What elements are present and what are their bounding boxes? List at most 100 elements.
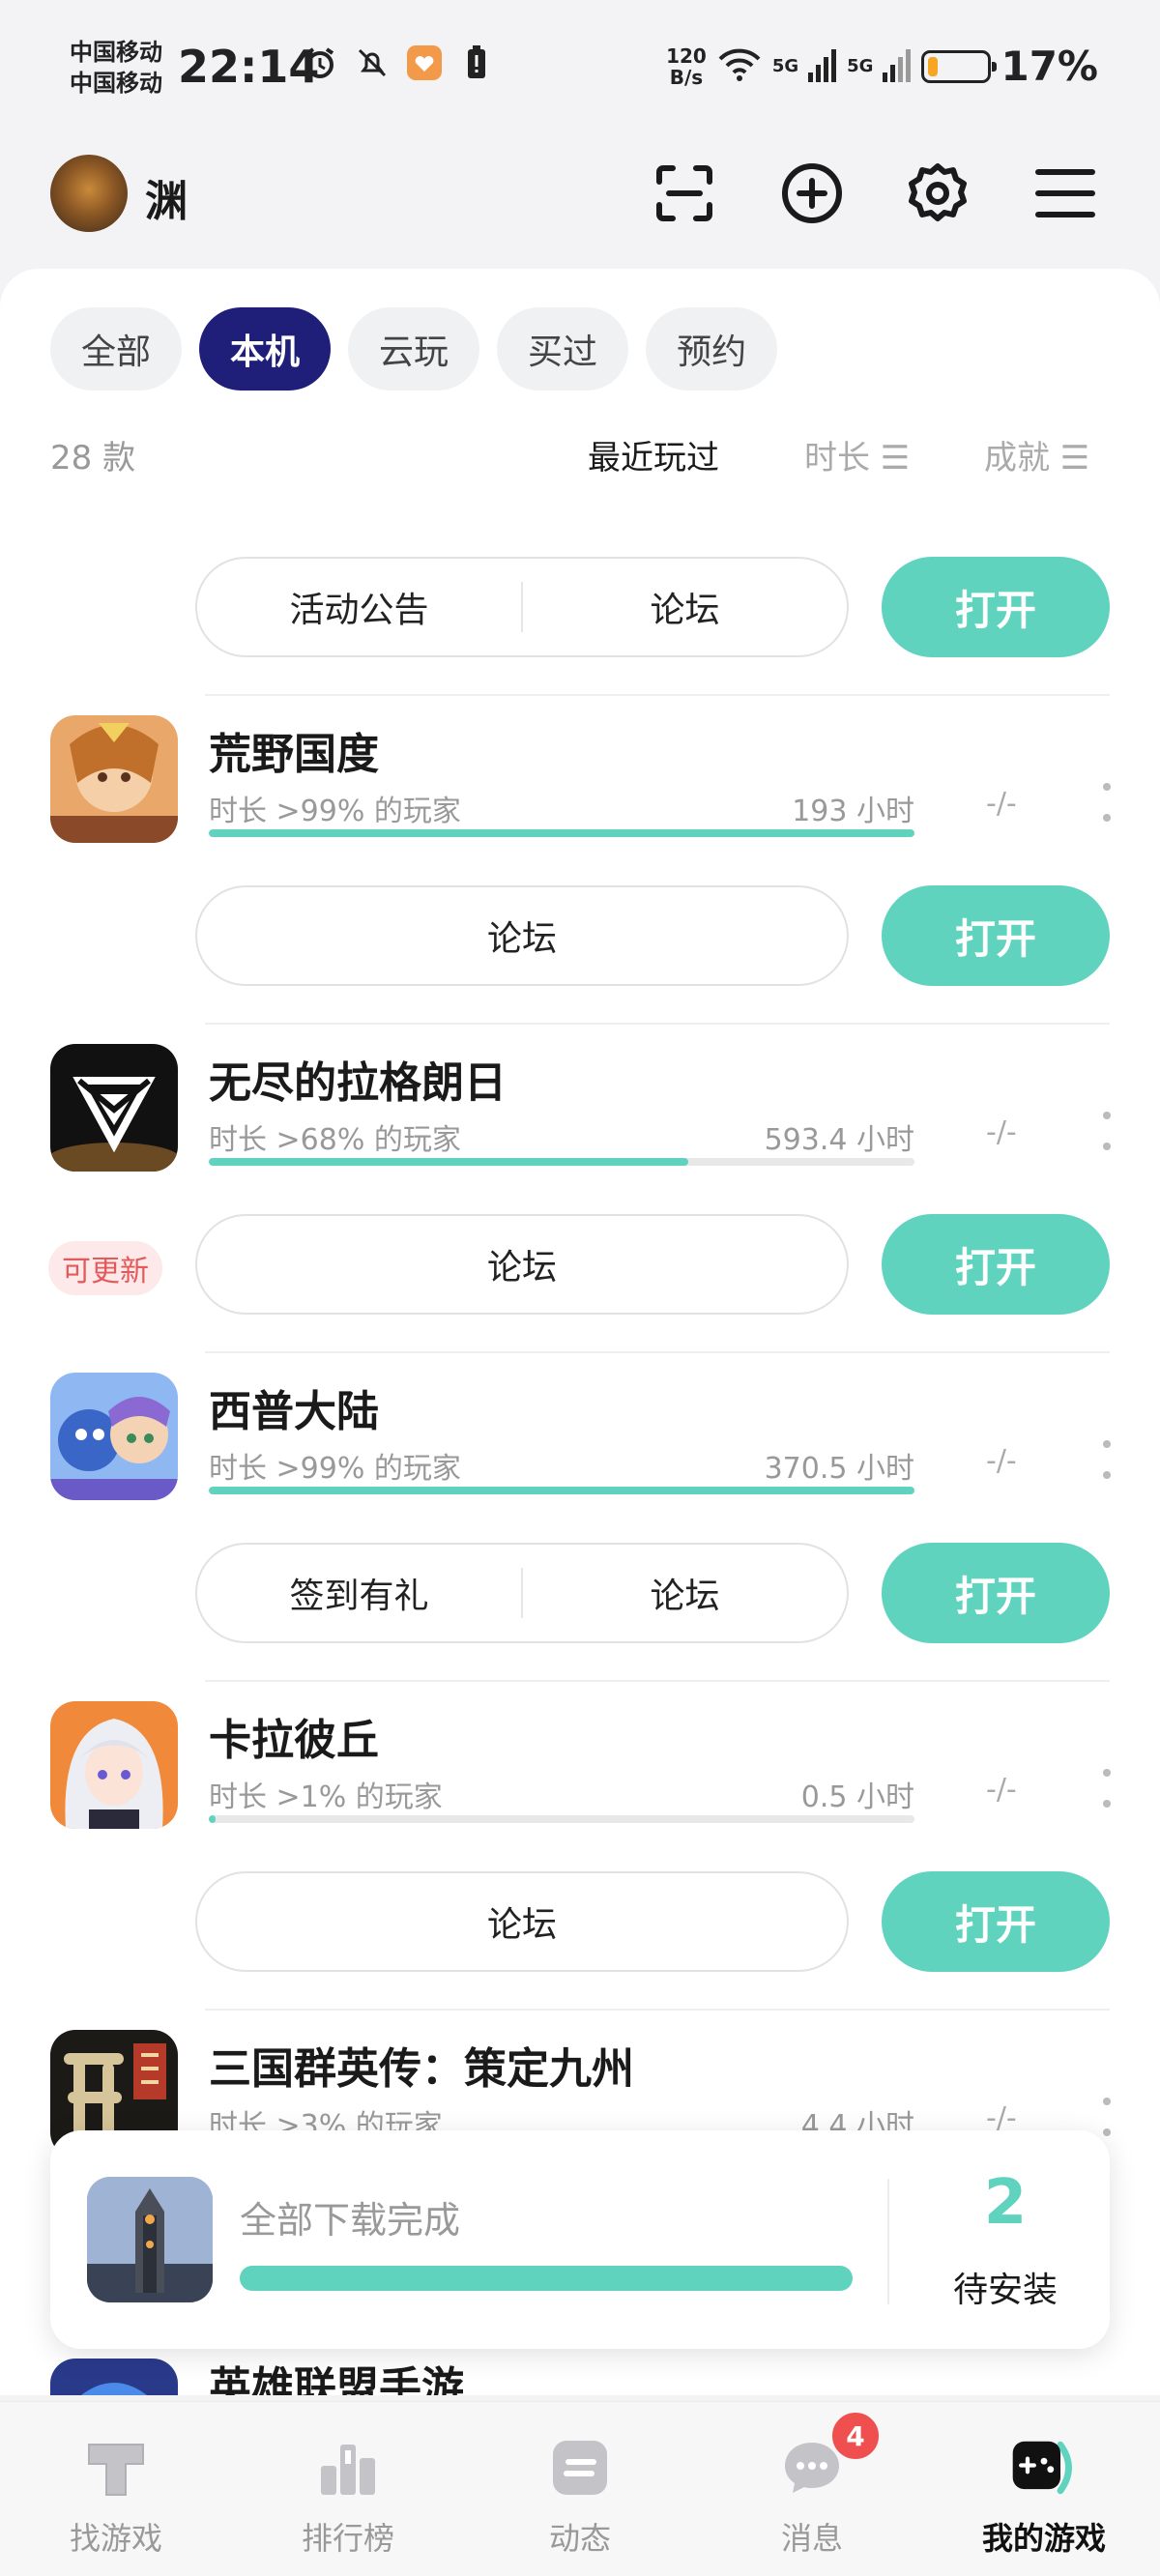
status-clock: 22:14 — [178, 41, 320, 93]
settings-gear-icon[interactable] — [903, 159, 972, 228]
action-pill: 活动公告 论坛 — [195, 557, 849, 657]
game-name: 卡拉彼丘 — [209, 1716, 379, 1765]
sort-achievement[interactable]: 成就 ☰ — [984, 431, 1089, 478]
nav-my-games[interactable]: 我的游戏 — [928, 2402, 1160, 2576]
update-available-badge[interactable]: 可更新 — [48, 1241, 162, 1295]
game-hours: 193 小时 — [792, 795, 914, 828]
action-row: 论坛 打开 — [0, 885, 1160, 990]
more-options-icon[interactable] — [1102, 1112, 1112, 1150]
nav-find-game[interactable]: 找游戏 — [0, 2402, 232, 2576]
open-button[interactable]: 打开 — [882, 557, 1110, 657]
tab-purchased[interactable]: 买过 — [497, 307, 629, 391]
action-row: 签到有礼 论坛 打开 — [0, 1543, 1160, 1647]
game-icon[interactable] — [50, 1701, 178, 1829]
scan-icon[interactable] — [650, 159, 719, 228]
game-playtime-rank: 时长 >1% 的玩家 — [209, 1780, 443, 1814]
tab-all[interactable]: 全部 — [50, 307, 183, 391]
open-button[interactable]: 打开 — [882, 1871, 1110, 1972]
carrier-labels: 中国移动 中国移动 — [70, 37, 162, 99]
open-button[interactable]: 打开 — [882, 885, 1110, 986]
game-icon[interactable] — [50, 1044, 178, 1172]
tab-reserved[interactable]: 预约 — [646, 307, 778, 391]
pending-install-count[interactable]: 2 — [901, 2167, 1110, 2239]
message-badge: 4 — [829, 2410, 882, 2462]
forum-button[interactable]: 论坛 — [197, 1239, 847, 1289]
download-game-icon — [87, 2177, 213, 2302]
more-options-icon[interactable] — [1102, 1769, 1112, 1808]
carrier-2: 中国移动 — [70, 70, 162, 97]
avatar[interactable] — [50, 155, 128, 232]
game-name: 无尽的拉格朗日 — [209, 1058, 507, 1108]
game-playtime-rank: 时长 >99% 的玩家 — [209, 1452, 461, 1486]
add-icon[interactable] — [777, 159, 847, 228]
find-game-icon — [83, 2435, 149, 2501]
nav-label: 排行榜 — [301, 2520, 394, 2557]
signal-2-label: 5G — [847, 56, 874, 76]
more-options-icon[interactable] — [1102, 2098, 1112, 2136]
nav-messages[interactable]: 4 消息 — [696, 2402, 928, 2576]
mute-bell-icon — [354, 44, 391, 81]
game-row[interactable]: 西普大陆 时长 >99% 的玩家 370.5 小时 -/- — [0, 1373, 1160, 1508]
nav-feed[interactable]: 动态 — [464, 2402, 696, 2576]
battery-level — [928, 56, 939, 76]
nav-label: 消息 — [780, 2520, 843, 2557]
game-name: 英雄联盟手游 — [209, 2363, 464, 2395]
bottom-navigation: 找游戏 排行榜 动态 4 消息 我的游戏 — [0, 2401, 1160, 2576]
app-notification-icon — [406, 44, 443, 81]
playtime-bar — [209, 1487, 914, 1494]
tab-cloud[interactable]: 云玩 — [348, 307, 480, 391]
battery-percent: 17% — [1000, 43, 1098, 90]
forum-button[interactable]: 论坛 — [523, 582, 847, 632]
announcement-button[interactable]: 活动公告 — [197, 582, 521, 632]
download-status-text: 全部下载完成 — [240, 2199, 461, 2242]
game-icon[interactable] — [50, 1373, 178, 1500]
top-header: 渊 — [0, 145, 1160, 242]
sort-duration[interactable]: 时长 ☰ — [804, 431, 910, 478]
menu-icon[interactable] — [1030, 159, 1100, 228]
signal-bars-icon-1 — [808, 47, 837, 86]
game-icon[interactable] — [50, 2359, 178, 2395]
action-row: 可更新 论坛 打开 — [0, 1214, 1160, 1318]
ranking-icon — [315, 2435, 381, 2501]
action-pill: 论坛 — [195, 885, 849, 986]
playtime-bar — [209, 1158, 914, 1166]
more-options-icon[interactable] — [1102, 783, 1112, 822]
nav-ranking[interactable]: 排行榜 — [232, 2402, 464, 2576]
action-row: 论坛 打开 — [0, 1871, 1160, 1976]
nav-label: 动态 — [548, 2520, 611, 2557]
game-row[interactable]: 荒野国度 时长 >99% 的玩家 193 小时 -/- — [0, 715, 1160, 851]
tab-local[interactable]: 本机 — [199, 307, 332, 391]
download-status-panel[interactable]: 全部下载完成 2 待安装 — [50, 2130, 1110, 2349]
status-bar: 中国移动 中国移动 22:14 120 B/s 5G 5G 17% — [0, 0, 1160, 135]
more-options-icon[interactable] — [1102, 1440, 1112, 1479]
game-name: 三国群英传：策定九州 — [209, 2044, 634, 2094]
action-pill: 论坛 — [195, 1871, 849, 1972]
game-row[interactable]: 无尽的拉格朗日 时长 >68% 的玩家 593.4 小时 -/- — [0, 1044, 1160, 1179]
open-button[interactable]: 打开 — [882, 1543, 1110, 1643]
checkin-gift-button[interactable]: 签到有礼 — [197, 1568, 521, 1618]
alarm-icon — [302, 44, 338, 81]
signal-bars-icon-2 — [883, 47, 912, 86]
game-playtime-rank: 时长 >68% 的玩家 — [209, 1123, 461, 1157]
game-icon[interactable] — [50, 715, 178, 843]
game-row[interactable]: 英雄联盟手游 — [0, 2359, 1160, 2395]
game-row[interactable]: 卡拉彼丘 时长 >1% 的玩家 0.5 小时 -/- — [0, 1701, 1160, 1837]
forum-button[interactable]: 论坛 — [523, 1568, 847, 1618]
game-achievement: -/- — [986, 1115, 1017, 1149]
game-hours: 593.4 小时 — [764, 1123, 914, 1157]
battery-icon — [921, 49, 998, 83]
pending-install-label[interactable]: 待安装 — [901, 2262, 1110, 2312]
forum-button[interactable]: 论坛 — [197, 1896, 847, 1947]
game-hours: 0.5 小时 — [800, 1780, 914, 1814]
sort-recent[interactable]: 最近玩过 — [588, 431, 719, 478]
net-speed: 120 B/s — [666, 43, 707, 89]
signal-1-label: 5G — [771, 56, 799, 76]
action-pill: 论坛 — [195, 1214, 849, 1315]
game-achievement: -/- — [986, 1773, 1017, 1807]
warning-battery-icon — [458, 44, 495, 81]
forum-button[interactable]: 论坛 — [197, 911, 847, 961]
game-list-card: 全部 本机 云玩 买过 预约 28 款 最近玩过 时长 ☰ 成就 ☰ 活动公告 … — [0, 269, 1160, 2395]
username[interactable]: 渊 — [145, 166, 188, 228]
game-playtime-rank: 时长 >99% 的玩家 — [209, 795, 461, 828]
open-button[interactable]: 打开 — [882, 1214, 1110, 1315]
